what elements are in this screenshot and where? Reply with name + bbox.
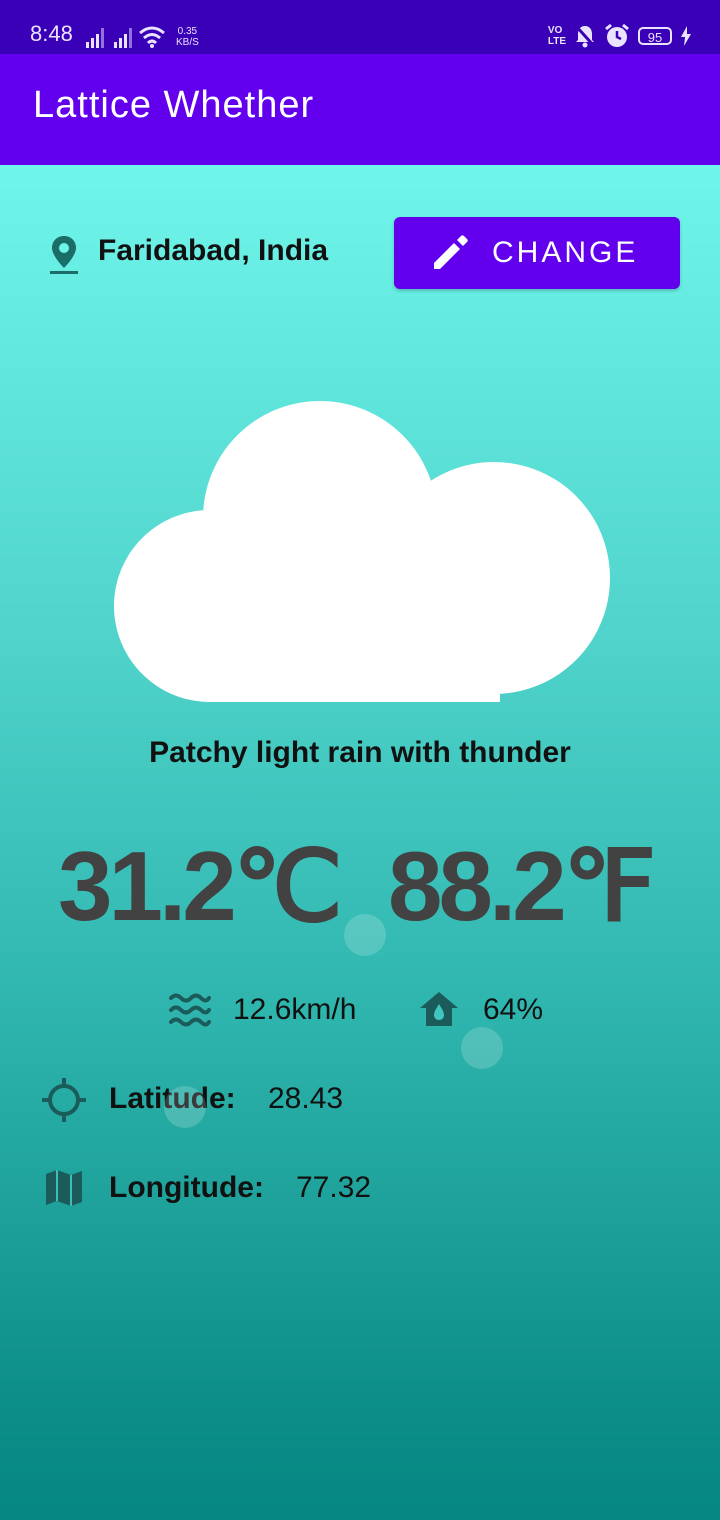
alarm-icon bbox=[605, 23, 629, 47]
app-title: Lattice Whether bbox=[33, 84, 315, 126]
status-left-icons: 0.35 KB/S bbox=[86, 22, 199, 48]
temperature-fahrenheit: 88.2℉ bbox=[388, 831, 656, 941]
location-pin-icon bbox=[50, 236, 78, 274]
change-location-button[interactable]: CHANGE bbox=[394, 217, 680, 289]
longitude-value: 77.32 bbox=[296, 1171, 372, 1204]
charging-icon bbox=[681, 26, 691, 46]
longitude-label: Longitude: bbox=[109, 1171, 264, 1204]
cloud-icon bbox=[114, 401, 610, 702]
crosshair-icon bbox=[42, 1078, 86, 1122]
temperature-celsius: 31.2℃ bbox=[58, 831, 343, 941]
touch-indicator bbox=[164, 1086, 206, 1128]
volte-icon: VO LTE bbox=[547, 25, 566, 47]
network-speed: 0.35 KB/S bbox=[176, 26, 199, 48]
app-bar: Lattice Whether bbox=[0, 54, 720, 165]
home-drop-icon bbox=[420, 992, 458, 1026]
status-time: 8:48 bbox=[30, 21, 73, 46]
humidity-value: 64% bbox=[483, 993, 544, 1026]
wifi-icon bbox=[139, 26, 165, 48]
status-right-icons: VO LTE 95 bbox=[548, 22, 692, 50]
signal-icon bbox=[86, 26, 104, 48]
touch-indicator bbox=[461, 1027, 503, 1069]
change-button-label: CHANGE bbox=[492, 236, 639, 269]
wind-waves-icon bbox=[169, 993, 211, 1027]
touch-indicator bbox=[344, 914, 386, 956]
weather-description: Patchy light rain with thunder bbox=[149, 736, 571, 769]
signal-icon bbox=[114, 26, 132, 48]
status-bar: 8:48 0.35 KB/S VO LTE 95 bbox=[0, 0, 720, 54]
battery-icon: 95 bbox=[638, 27, 672, 45]
map-icon bbox=[46, 1170, 82, 1206]
mute-bell-icon bbox=[574, 24, 596, 48]
location-text: Faridabad, India bbox=[98, 234, 329, 267]
latitude-value: 28.43 bbox=[268, 1082, 344, 1115]
wind-speed: 12.6km/h bbox=[233, 993, 357, 1026]
pencil-icon bbox=[434, 235, 468, 269]
